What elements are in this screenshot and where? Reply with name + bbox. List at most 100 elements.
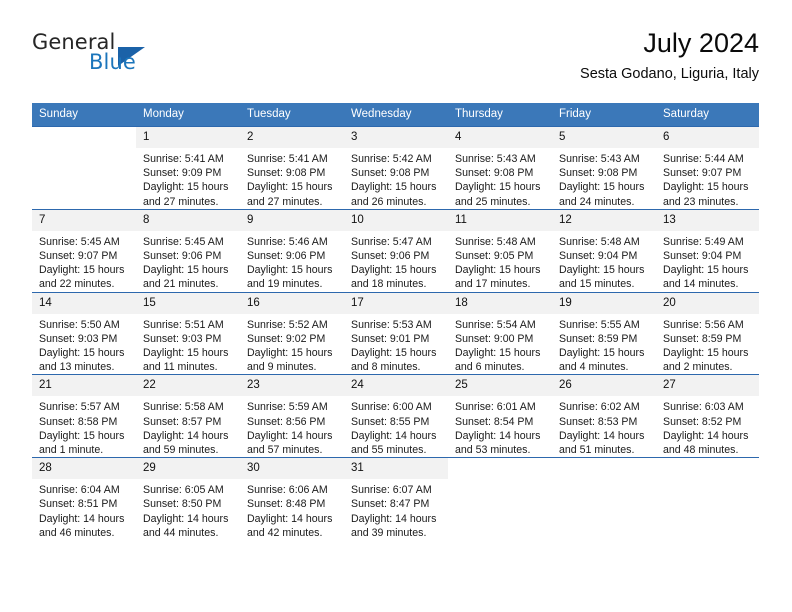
calendar-day-details: Sunrise: 6:00 AM Sunset: 8:55 PM Daylight:…: [344, 396, 448, 457]
calendar-day-cell[interactable]: 18 Sunrise: 5:54 AM Sunset: 9:00 PM Dayligh…: [448, 291, 552, 375]
calendar-day-cell[interactable]: 23 Sunrise: 5:59 AM Sunset: 8:56 PM Dayligh…: [240, 374, 344, 458]
calendar-day-number: 26: [552, 375, 656, 397]
sunset-text: Sunset: 8:56 PM: [247, 415, 326, 428]
daylight-text-line2: and 11 minutes.: [143, 361, 218, 374]
sunrise-text: Sunrise: 5:54 AM: [455, 318, 536, 331]
daylight-text-line2: and 17 minutes.: [455, 278, 531, 291]
calendar-day-details: Sunrise: 5:41 AM Sunset: 9:09 PM Daylight:…: [136, 148, 240, 209]
sunset-text: Sunset: 8:57 PM: [143, 415, 222, 428]
calendar-day-details: Sunrise: 6:07 AM Sunset: 8:47 PM Daylight:…: [344, 479, 448, 540]
calendar-day-cell[interactable]: 3 Sunrise: 5:42 AM Sunset: 9:08 PM Daylight…: [344, 126, 448, 210]
calendar-day-number: 14: [32, 292, 136, 314]
calendar-day-cell[interactable]: 5 Sunrise: 5:43 AM Sunset: 9:08 PM Daylight…: [552, 126, 656, 210]
daylight-text-line1: Daylight: 15 hours: [247, 264, 333, 277]
weekday-header-thursday: Thursday: [448, 103, 552, 127]
calendar-day-cell[interactable]: 20 Sunrise: 5:56 AM Sunset: 8:59 PM Dayligh…: [656, 291, 759, 375]
calendar-day-cell[interactable]: 17 Sunrise: 5:53 AM Sunset: 9:01 PM Dayligh…: [344, 291, 448, 375]
sunset-text: Sunset: 9:06 PM: [351, 250, 430, 263]
calendar-day-cell[interactable]: 16 Sunrise: 5:52 AM Sunset: 9:02 PM Dayligh…: [240, 291, 344, 375]
calendar-day-number: 4: [448, 127, 552, 148]
sunrise-sunset-calendar-table: Sunday Monday Tuesday Wednesday Thursday…: [32, 103, 759, 541]
calendar-day-cell[interactable]: 6 Sunrise: 5:44 AM Sunset: 9:07 PM Daylight…: [656, 126, 759, 210]
calendar-day-cell[interactable]: 1 Sunrise: 5:41 AM Sunset: 9:09 PM Daylight…: [136, 126, 240, 210]
calendar-day-cell[interactable]: 27 Sunrise: 6:03 AM Sunset: 8:52 PM Dayligh…: [656, 374, 759, 458]
sunset-text: Sunset: 9:08 PM: [351, 167, 430, 180]
calendar-day-details: Sunrise: 5:51 AM Sunset: 9:03 PM Daylight:…: [136, 314, 240, 375]
calendar-day-cell[interactable]: 13 Sunrise: 5:49 AM Sunset: 9:04 PM Dayligh…: [656, 208, 759, 293]
calendar-day-details: Sunrise: 5:56 AM Sunset: 8:59 PM Daylight:…: [656, 314, 759, 375]
calendar-day-details: Sunrise: 6:04 AM Sunset: 8:51 PM Daylight:…: [32, 479, 136, 540]
sunrise-text: Sunrise: 6:00 AM: [351, 401, 432, 414]
calendar-day-cell[interactable]: 28 Sunrise: 6:04 AM Sunset: 8:51 PM Dayligh…: [32, 457, 136, 541]
calendar-day-cell[interactable]: 31 Sunrise: 6:07 AM Sunset: 8:47 PM Dayligh…: [344, 457, 448, 541]
calendar-day-cell[interactable]: 26 Sunrise: 6:02 AM Sunset: 8:53 PM Dayligh…: [552, 374, 656, 458]
sunset-text: Sunset: 8:50 PM: [143, 498, 222, 511]
calendar-day-cell[interactable]: 29 Sunrise: 6:05 AM Sunset: 8:50 PM Dayligh…: [136, 457, 240, 541]
calendar-day-details: Sunrise: 5:58 AM Sunset: 8:57 PM Daylight:…: [136, 396, 240, 457]
sunrise-text: Sunrise: 6:02 AM: [559, 401, 640, 414]
daylight-text-line2: and 22 minutes.: [39, 278, 115, 291]
daylight-text-line2: and 2 minutes.: [663, 361, 733, 374]
calendar-day-cell[interactable]: 14 Sunrise: 5:50 AM Sunset: 9:03 PM Dayligh…: [32, 291, 136, 375]
sunrise-text: Sunrise: 5:42 AM: [351, 153, 432, 165]
sunrise-text: Sunrise: 5:56 AM: [663, 318, 744, 331]
calendar-day-details: Sunrise: 6:01 AM Sunset: 8:54 PM Daylight:…: [448, 396, 552, 457]
calendar-day-number: 2: [240, 127, 344, 148]
sunset-text: Sunset: 8:48 PM: [247, 498, 326, 511]
weekday-header-saturday: Saturday: [656, 103, 759, 127]
calendar-day-details: Sunrise: 5:44 AM Sunset: 9:07 PM Daylight:…: [656, 148, 759, 209]
daylight-text-line1: Daylight: 15 hours: [663, 264, 749, 277]
daylight-text-line1: Daylight: 15 hours: [247, 347, 333, 360]
calendar-day-number: 12: [552, 209, 656, 231]
daylight-text-line2: and 1 minute.: [39, 444, 104, 457]
calendar-day-details: Sunrise: 5:50 AM Sunset: 9:03 PM Daylight:…: [32, 314, 136, 375]
daylight-text-line1: Daylight: 15 hours: [559, 181, 645, 194]
sunset-text: Sunset: 9:04 PM: [663, 250, 742, 263]
daylight-text-line2: and 19 minutes.: [247, 278, 323, 291]
calendar-day-number: 21: [32, 375, 136, 397]
calendar-day-cell[interactable]: 2 Sunrise: 5:41 AM Sunset: 9:08 PM Daylight…: [240, 126, 344, 210]
sunrise-text: Sunrise: 5:53 AM: [351, 318, 432, 331]
daylight-text-line2: and 46 minutes.: [39, 526, 115, 539]
daylight-text-line2: and 53 minutes.: [455, 444, 531, 457]
daylight-text-line1: Daylight: 15 hours: [559, 347, 645, 360]
calendar-day-cell[interactable]: 12 Sunrise: 5:48 AM Sunset: 9:04 PM Dayligh…: [552, 208, 656, 293]
daylight-text-line1: Daylight: 15 hours: [351, 347, 437, 360]
title-block: July 2024 Sesta Godano, Liguria, Italy: [580, 26, 759, 84]
calendar-day-cell[interactable]: 15 Sunrise: 5:51 AM Sunset: 9:03 PM Dayligh…: [136, 291, 240, 375]
calendar-day-cell-empty: [656, 457, 759, 541]
calendar-day-cell[interactable]: 25 Sunrise: 6:01 AM Sunset: 8:54 PM Dayligh…: [448, 374, 552, 458]
calendar-day-cell[interactable]: 22 Sunrise: 5:58 AM Sunset: 8:57 PM Dayligh…: [136, 374, 240, 458]
calendar-day-cell[interactable]: 19 Sunrise: 5:55 AM Sunset: 8:59 PM Dayligh…: [552, 291, 656, 375]
daylight-text-line2: and 42 minutes.: [247, 526, 323, 539]
sunset-text: Sunset: 9:05 PM: [455, 250, 534, 263]
calendar-day-number: 3: [344, 127, 448, 148]
sunrise-text: Sunrise: 5:51 AM: [143, 318, 224, 331]
calendar-day-cell[interactable]: 24 Sunrise: 6:00 AM Sunset: 8:55 PM Dayligh…: [344, 374, 448, 458]
calendar-day-number: 23: [240, 375, 344, 397]
daylight-text-line2: and 48 minutes.: [663, 444, 739, 457]
calendar-day-number: 11: [448, 209, 552, 231]
calendar-day-cell[interactable]: 30 Sunrise: 6:06 AM Sunset: 8:48 PM Dayligh…: [240, 457, 344, 541]
calendar-day-details: Sunrise: 6:02 AM Sunset: 8:53 PM Daylight:…: [552, 396, 656, 457]
sunrise-text: Sunrise: 5:57 AM: [39, 401, 120, 414]
calendar-day-number: [552, 458, 656, 480]
calendar-day-number: 30: [240, 458, 344, 480]
calendar-day-details: Sunrise: 5:48 AM Sunset: 9:05 PM Daylight:…: [448, 231, 552, 292]
calendar-day-cell[interactable]: 10 Sunrise: 5:47 AM Sunset: 9:06 PM Dayligh…: [344, 208, 448, 293]
sunset-text: Sunset: 9:07 PM: [663, 167, 742, 180]
calendar-day-cell[interactable]: 7 Sunrise: 5:45 AM Sunset: 9:07 PM Daylight…: [32, 208, 136, 293]
calendar-day-cell[interactable]: 4 Sunrise: 5:43 AM Sunset: 9:08 PM Daylight…: [448, 126, 552, 210]
daylight-text-line1: Daylight: 15 hours: [39, 347, 125, 360]
sunrise-text: Sunrise: 6:05 AM: [143, 484, 224, 497]
calendar-day-details: Sunrise: 6:06 AM Sunset: 8:48 PM Daylight:…: [240, 479, 344, 540]
sunset-text: Sunset: 9:06 PM: [143, 250, 222, 263]
calendar-day-cell[interactable]: 8 Sunrise: 5:45 AM Sunset: 9:06 PM Daylight…: [136, 208, 240, 293]
calendar-day-number: 16: [240, 292, 344, 314]
calendar-day-cell[interactable]: 21 Sunrise: 5:57 AM Sunset: 8:58 PM Dayligh…: [32, 374, 136, 458]
daylight-text-line2: and 23 minutes.: [663, 195, 739, 208]
calendar-day-number: [32, 127, 136, 148]
calendar-day-cell[interactable]: 9 Sunrise: 5:46 AM Sunset: 9:06 PM Daylight…: [240, 208, 344, 293]
calendar-day-details: Sunrise: 5:43 AM Sunset: 9:08 PM Daylight:…: [448, 148, 552, 209]
calendar-day-cell[interactable]: 11 Sunrise: 5:48 AM Sunset: 9:05 PM Dayligh…: [448, 208, 552, 293]
